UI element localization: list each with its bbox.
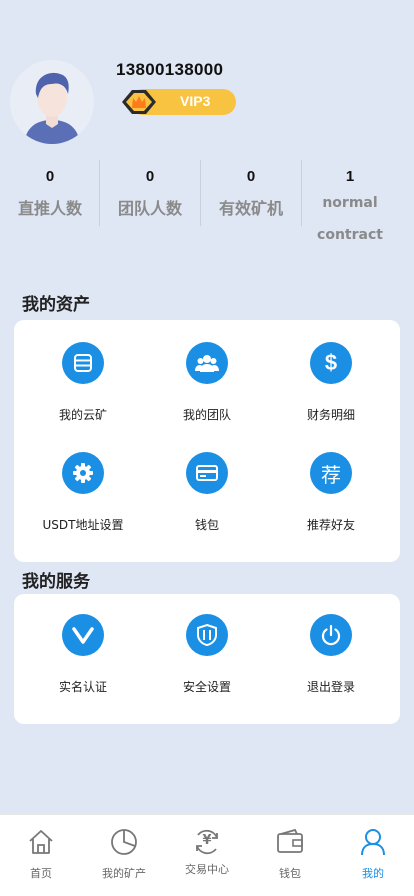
vip-level: VIP3: [180, 93, 211, 109]
tab-trading-center[interactable]: ¥ 交易中心: [166, 827, 248, 877]
stat-active-miners[interactable]: 0 有效矿机: [201, 160, 301, 219]
stat-value: 1: [345, 168, 355, 185]
stat-label: 直推人数: [17, 199, 82, 218]
service-item-security[interactable]: 安全设置: [143, 614, 271, 695]
phone-number: 13800138000: [116, 60, 224, 79]
item-label: 钱包: [194, 518, 219, 532]
tab-label: 我的: [362, 867, 384, 880]
tab-label: 首页: [30, 867, 52, 880]
item-label: 我的团队: [182, 408, 231, 422]
recommend-icon: 荐: [310, 452, 352, 494]
tab-home[interactable]: 首页: [0, 827, 82, 881]
database-icon: [62, 342, 104, 384]
asset-item-wallet[interactable]: 钱包: [143, 452, 271, 533]
assets-section-title: 我的资产: [22, 295, 90, 315]
asset-item-usdt-address[interactable]: USDT地址设置: [19, 452, 147, 533]
power-icon: [310, 614, 352, 656]
card-icon: [186, 452, 228, 494]
asset-item-my-team[interactable]: 我的团队: [143, 342, 271, 423]
stat-value: 0: [145, 168, 155, 185]
service-item-logout[interactable]: 退出登录: [267, 614, 395, 695]
item-label: 安全设置: [182, 680, 231, 694]
home-icon: [29, 830, 53, 854]
assets-card: 我的云矿 我的团队 $ 财务明细 USDT地址设置 钱包 荐 推荐好友: [14, 320, 400, 562]
profile-header: 13800138000 VIP3: [10, 60, 410, 150]
item-label: 推荐好友: [306, 518, 355, 532]
gear-icon: [62, 452, 104, 494]
tab-wallet[interactable]: 钱包: [249, 827, 331, 881]
vip-badge: VIP3: [118, 87, 238, 117]
verify-icon: [62, 614, 104, 656]
avatar[interactable]: [10, 60, 94, 144]
stats-row: 0 直推人数 0 团队人数 0 有效矿机 1 normal contract: [0, 160, 414, 255]
tab-my-mining[interactable]: 我的矿产: [83, 827, 165, 881]
stat-label: 有效矿机: [218, 199, 283, 218]
asset-item-recommend-friend[interactable]: 荐 推荐好友: [267, 452, 395, 533]
stat-label: 团队人数: [117, 199, 182, 218]
dollar-icon: $: [310, 342, 352, 384]
item-label: USDT地址设置: [42, 518, 124, 532]
item-label: 财务明细: [306, 408, 355, 422]
pie-chart-icon: [111, 829, 137, 855]
exchange-icon: ¥: [192, 827, 222, 857]
tab-label: 交易中心: [185, 863, 229, 876]
tab-label: 我的矿产: [102, 867, 146, 880]
tab-mine[interactable]: 我的: [332, 827, 414, 881]
stat-normal-contract[interactable]: 1 normal contract: [302, 160, 398, 251]
bottom-tab-bar: 首页 我的矿产 ¥ 交易中心 钱包 我的: [0, 814, 414, 896]
user-icon: [361, 829, 385, 856]
shield-icon: [186, 614, 228, 656]
stat-value: 0: [246, 168, 256, 185]
crown-shield-icon: [122, 90, 156, 114]
asset-item-finance-details[interactable]: $ 财务明细: [267, 342, 395, 423]
wallet-icon: [277, 828, 303, 853]
stat-label: normal contract: [317, 195, 383, 243]
asset-item-cloud-mine[interactable]: 我的云矿: [19, 342, 147, 423]
service-item-verification[interactable]: 实名认证: [19, 614, 147, 695]
stat-direct-referrals[interactable]: 0 直推人数: [0, 160, 100, 219]
item-label: 实名认证: [58, 680, 107, 694]
user-avatar-icon: [10, 60, 94, 144]
tab-label: 钱包: [279, 867, 301, 880]
services-card: 实名认证 安全设置 退出登录: [14, 594, 400, 724]
team-icon: [186, 342, 228, 384]
stat-team-members[interactable]: 0 团队人数: [100, 160, 200, 219]
item-label: 我的云矿: [58, 408, 107, 422]
services-section-title: 我的服务: [22, 572, 90, 592]
item-label: 退出登录: [306, 680, 355, 694]
stat-value: 0: [45, 168, 55, 185]
